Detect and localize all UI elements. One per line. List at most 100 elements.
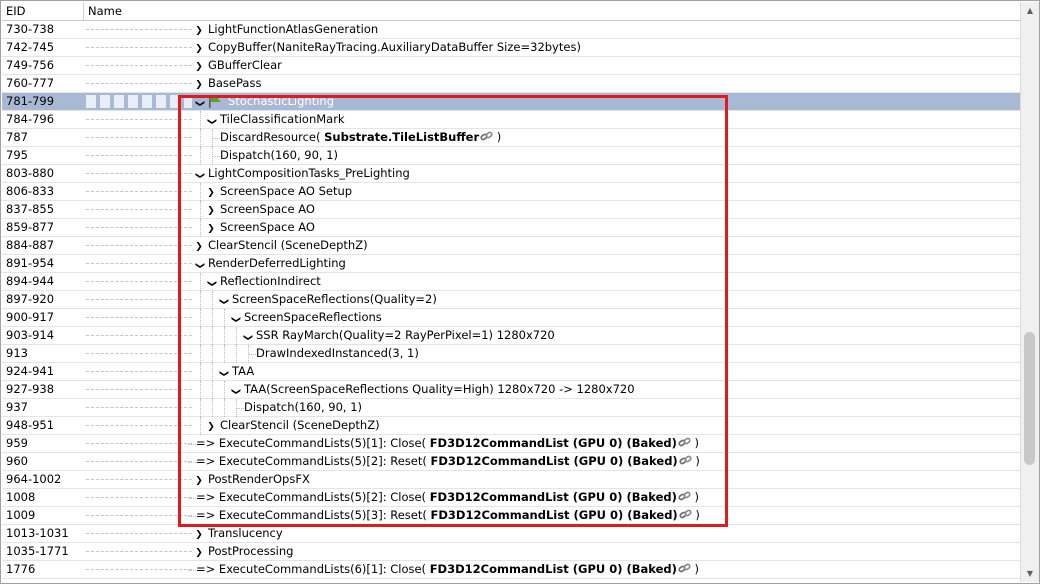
chevron-right-icon[interactable] (193, 525, 205, 542)
link-icon[interactable] (678, 562, 691, 573)
tree-row[interactable]: 1008 => ExecuteCommandLists(5)[2]: Close(… (2, 489, 1020, 507)
tree-row[interactable]: 859-877 ScreenSpace AO (2, 219, 1020, 237)
chevron-down-icon[interactable] (205, 273, 217, 290)
event-name: TileClassificationMark (220, 111, 345, 128)
event-name: => ExecuteCommandLists(5)[3]: Reset( FD3… (196, 507, 700, 524)
tree-row[interactable]: 803-880 LightCompositionTasks_PreLighting (2, 165, 1020, 183)
chevron-down-icon[interactable] (193, 255, 205, 272)
chevron-right-icon[interactable] (193, 543, 205, 560)
tree-connector (200, 381, 201, 399)
link-icon[interactable] (678, 436, 691, 447)
tree-row[interactable]: 948-951 ClearStencil (SceneDepthZ) (2, 417, 1020, 435)
chevron-down-icon[interactable] (229, 381, 241, 398)
chevron-right-icon[interactable] (193, 237, 205, 254)
event-text: RenderDeferredLighting (208, 256, 346, 270)
vertical-scrollbar[interactable]: ▲ ▼ (1020, 2, 1039, 582)
chevron-right-icon[interactable] (193, 21, 205, 38)
tree-row[interactable]: 1035-1771 PostProcessing (2, 543, 1020, 561)
tree-connector (224, 381, 225, 399)
chevron-down-icon[interactable] (193, 165, 205, 182)
event-text: CopyBuffer(NaniteRayTracing.AuxiliaryDat… (208, 40, 581, 54)
event-text: ) (690, 490, 700, 504)
chevron-right-icon[interactable] (193, 39, 205, 56)
scrollbar-thumb[interactable] (1024, 332, 1035, 465)
tree-row[interactable]: 760-777 BasePass (2, 75, 1020, 93)
chevron-right-icon[interactable] (193, 471, 205, 488)
tree-connector (212, 309, 213, 327)
indent-guide (86, 533, 192, 534)
chevron-down-icon[interactable] (241, 327, 253, 344)
chevron-right-icon[interactable] (205, 417, 217, 434)
link-icon[interactable] (679, 508, 692, 519)
tree-row[interactable]: 900-917 ScreenSpaceReflections (2, 309, 1020, 327)
tree-row[interactable]: 964-1002 PostRenderOpsFX (2, 471, 1020, 489)
chevron-right-icon[interactable] (193, 57, 205, 74)
chevron-right-icon[interactable] (205, 183, 217, 200)
tree-row[interactable]: 787 DiscardResource( Substrate.TileListBu… (2, 129, 1020, 147)
resource-name[interactable]: FD3D12CommandList (GPU 0) (Baked) (431, 454, 678, 468)
tree-row[interactable]: 927-938 TAA(ScreenSpaceReflections Qualit… (2, 381, 1020, 399)
resource-name[interactable]: FD3D12CommandList (GPU 0) (Baked) (430, 436, 677, 450)
chevron-down-icon[interactable] (193, 93, 205, 110)
resource-name[interactable]: Substrate.TileListBuffer (324, 130, 479, 144)
tree-connector (200, 183, 201, 201)
resource-name[interactable]: FD3D12CommandList (GPU 0) (Baked) (430, 490, 677, 504)
tree-row[interactable]: 891-954 RenderDeferredLighting (2, 255, 1020, 273)
tree-row[interactable]: 884-887 ClearStencil (SceneDepthZ) (2, 237, 1020, 255)
event-id: 897-920 (6, 292, 55, 306)
event-name: LightFunctionAtlasGeneration (208, 21, 378, 38)
tree-row[interactable]: 894-944 ReflectionIndirect (2, 273, 1020, 291)
chevron-down-icon[interactable] (229, 309, 241, 326)
tree-row[interactable]: 1776 => ExecuteCommandLists(6)[1]: Close(… (2, 561, 1020, 579)
tree-row[interactable]: 903-914 SSR RayMarch(Quality=2 RayPerPixe… (2, 327, 1020, 345)
resource-name[interactable]: FD3D12CommandList (GPU 0) (Baked) (430, 562, 677, 576)
tree-row[interactable]: 749-756 GBufferClear (2, 57, 1020, 75)
event-text: => ExecuteCommandLists(5)[2]: Close( (196, 490, 430, 504)
event-id: 960 (6, 454, 28, 468)
tree-connector (200, 327, 201, 345)
event-text: Dispatch(160, 90, 1) (220, 148, 339, 162)
tree-connector (236, 327, 237, 345)
tree-row[interactable]: 730-738 LightFunctionAtlasGeneration (2, 21, 1020, 39)
chevron-down-icon[interactable] (217, 363, 229, 380)
event-browser-tree[interactable]: EID Name 730-738 LightFunctionAtlasGenera… (0, 0, 1040, 584)
tree-row[interactable]: 1013-1031 Translucency (2, 525, 1020, 543)
column-name-header[interactable]: Name (84, 2, 1020, 20)
chevron-right-icon[interactable] (193, 75, 205, 92)
event-id: 891-954 (6, 256, 55, 270)
link-icon[interactable] (679, 454, 692, 465)
link-icon[interactable] (480, 130, 493, 141)
tree-row[interactable]: 960 => ExecuteCommandLists(5)[2]: Reset( … (2, 453, 1020, 471)
tree-row[interactable]: 959 => ExecuteCommandLists(5)[1]: Close( … (2, 435, 1020, 453)
event-text: ReflectionIndirect (220, 274, 321, 288)
tree-row[interactable]: 795 Dispatch(160, 90, 1) (2, 147, 1020, 165)
tree-row[interactable]: 897-920 ScreenSpaceReflections(Quality=2) (2, 291, 1020, 309)
tree-row[interactable]: 937 Dispatch(160, 90, 1) (2, 399, 1020, 417)
tree-connector (224, 327, 225, 345)
event-name: LightCompositionTasks_PreLighting (208, 165, 410, 182)
resource-name[interactable]: FD3D12CommandList (GPU 0) (Baked) (431, 508, 678, 522)
event-text: TAA (232, 364, 255, 378)
tree-row[interactable]: 784-796 TileClassificationMark (2, 111, 1020, 129)
chevron-down-icon[interactable] (217, 291, 229, 308)
event-text: BasePass (208, 76, 262, 90)
column-eid-header[interactable]: EID (2, 2, 84, 20)
tree-row[interactable]: 837-855 ScreenSpace AO (2, 201, 1020, 219)
event-text: => ExecuteCommandLists(6)[1]: Close( (196, 562, 430, 576)
chevron-down-icon[interactable] (205, 111, 217, 128)
event-text: ClearStencil (SceneDepthZ) (220, 418, 380, 432)
tree-connector (200, 363, 201, 381)
tree-row[interactable]: 913 DrawIndexedInstanced(3, 1) (2, 345, 1020, 363)
tree-row[interactable]: 742-745 CopyBuffer(NaniteRayTracing.Auxil… (2, 39, 1020, 57)
tree-row[interactable]: 924-941 TAA (2, 363, 1020, 381)
indent-guide (86, 263, 192, 264)
chevron-right-icon[interactable] (205, 201, 217, 218)
event-name: BasePass (208, 75, 261, 92)
tree-row[interactable]: 806-833 ScreenSpace AO Setup (2, 183, 1020, 201)
scroll-down-icon[interactable]: ▼ (1021, 565, 1039, 582)
tree-row[interactable]: 781-799 StochasticLighting (2, 93, 1020, 111)
link-icon[interactable] (678, 490, 691, 501)
scroll-up-icon[interactable]: ▲ (1021, 2, 1039, 19)
chevron-right-icon[interactable] (205, 219, 217, 236)
tree-row[interactable]: 1009 => ExecuteCommandLists(5)[3]: Reset(… (2, 507, 1020, 525)
